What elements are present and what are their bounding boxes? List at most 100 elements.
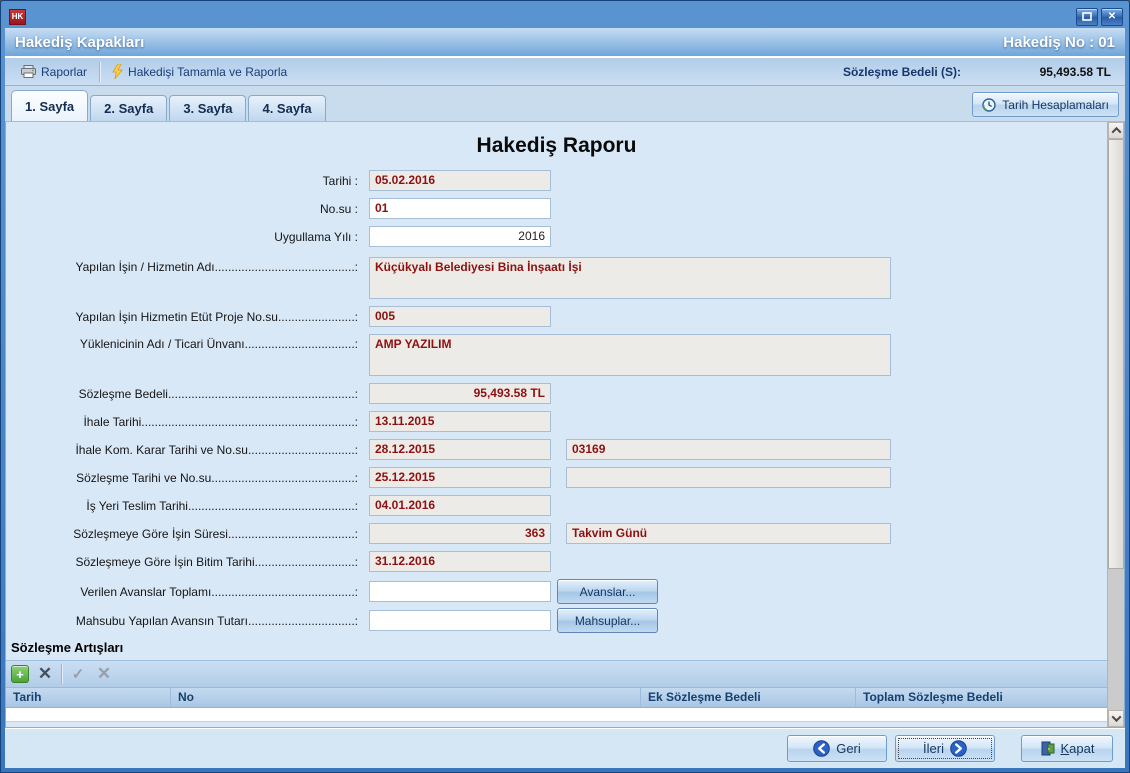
row-nosu: No.su : 01	[6, 198, 1107, 219]
takvim-gunu-field[interactable]: Takvim Günü	[566, 523, 891, 544]
kapat-button[interactable]: Kapat	[1021, 735, 1113, 762]
window-header: Hakediş Kapakları Hakediş No : 01	[5, 28, 1125, 58]
delete-row-icon[interactable]: ✕	[35, 664, 55, 684]
tab-page-content: Hakediş Raporu Tarihi : 05.02.2016 No.su…	[5, 121, 1125, 728]
app-window: HK ✕ Hakediş Kapakları Hakediş No : 01 R…	[0, 0, 1130, 773]
row-avanslar: Verilen Avanslar Toplamı................…	[6, 579, 1107, 604]
tab-sayfa-4[interactable]: 4. Sayfa	[248, 95, 325, 121]
ihale-kom-tarih-field[interactable]: 28.12.2015	[369, 439, 551, 460]
footer-bar: Geri İleri Kapat	[5, 728, 1125, 768]
row-yuklenici: Yüklenicinin Adı / Ticari Ünvanı........…	[6, 334, 1107, 376]
restore-icon[interactable]	[1076, 8, 1098, 26]
row-tarihi: Tarihi : 05.02.2016	[6, 170, 1107, 191]
lightning-icon	[112, 64, 123, 79]
isin-suresi-field[interactable]: 363	[369, 523, 551, 544]
uygulama-yili-label: Uygullama Yılı :	[6, 227, 358, 247]
back-arrow-icon	[813, 740, 830, 757]
yuklenici-label: Yüklenicinin Adı / Ticari Ünvanı........…	[6, 334, 358, 354]
row-isin-suresi: Sözleşmeye Göre İşin Süresi.............…	[6, 523, 1107, 544]
sozlesme-artislari-title: Sözleşme Artışları	[6, 640, 1107, 658]
is-yeri-teslim-label: İş Yeri Teslim Tarihi...................…	[6, 496, 358, 516]
raporlar-button[interactable]: Raporlar	[13, 61, 95, 83]
hakedis-no-label: Hakediş No : 01	[1003, 34, 1115, 51]
column-header-toplam-sozlesme-bedeli[interactable]: Toplam Sözleşme Bedeli	[856, 688, 1107, 707]
vertical-scrollbar[interactable]	[1107, 122, 1124, 727]
row-is-adi: Yapılan İşin / Hizmetin Adı.............…	[6, 257, 1107, 299]
is-adi-label: Yapılan İşin / Hizmetin Adı.............…	[6, 257, 358, 277]
tab-strip: 1. Sayfa 2. Sayfa 3. Sayfa 4. Sayfa Tari…	[5, 86, 1125, 121]
tarih-hesaplamalari-button[interactable]: Tarih Hesaplamaları	[972, 92, 1119, 117]
ileri-button[interactable]: İleri	[895, 735, 995, 762]
sozlesme-no-field[interactable]	[566, 467, 891, 488]
raporlar-label: Raporlar	[41, 65, 87, 79]
yuklenici-field[interactable]: AMP YAZILIM	[369, 334, 891, 376]
add-row-icon[interactable]: +	[11, 665, 29, 683]
sozlesme-tarihi-label: Sözleşme Tarihi ve No.su................…	[6, 468, 358, 488]
row-bitim-tarihi: Sözleşmeye Göre İşin Bitim Tarihi.......…	[6, 551, 1107, 572]
avanslar-field[interactable]	[369, 581, 551, 602]
etut-proje-no-label: Yapılan İşin Hizmetin Etüt Proje No.su..…	[6, 307, 358, 327]
column-header-ek-sozlesme-bedeli[interactable]: Ek Sözleşme Bedeli	[641, 688, 856, 707]
tamamla-raporla-button[interactable]: Hakedişi Tamamla ve Raporla	[104, 61, 295, 83]
report-title: Hakediş Raporu	[6, 134, 1107, 162]
column-header-no[interactable]: No	[171, 688, 641, 707]
tab-sayfa-1[interactable]: 1. Sayfa	[11, 90, 88, 121]
clock-icon	[982, 98, 996, 112]
close-icon[interactable]: ✕	[1101, 8, 1123, 26]
ihale-tarihi-field[interactable]: 13.11.2015	[369, 411, 551, 432]
geri-label: Geri	[836, 741, 861, 756]
etut-proje-no-field[interactable]: 005	[369, 306, 551, 327]
sozlesme-bedeli-field[interactable]: 95,493.58 TL	[369, 383, 551, 404]
geri-button[interactable]: Geri	[787, 735, 887, 762]
tamamla-raporla-label: Hakedişi Tamamla ve Raporla	[128, 65, 287, 79]
form-scroll-area: Hakediş Raporu Tarihi : 05.02.2016 No.su…	[6, 122, 1107, 727]
ileri-label: İleri	[923, 741, 944, 756]
printer-icon	[21, 65, 36, 78]
bitim-tarihi-field[interactable]: 31.12.2016	[369, 551, 551, 572]
nosu-field[interactable]: 01	[369, 198, 551, 219]
sozlesme-bedeli-label: Sözleşme Bedeli (S):	[843, 65, 961, 79]
is-adi-field[interactable]: Küçükyalı Belediyesi Bina İnşaatı İşi	[369, 257, 891, 299]
kapat-label: Kapat	[1061, 741, 1095, 756]
avanslar-label: Verilen Avanslar Toplamı................…	[6, 582, 358, 602]
app-icon: HK	[9, 9, 26, 25]
toolbar-right-group: Sözleşme Bedeli (S): 95,493.58 TL	[843, 65, 1117, 79]
column-header-tarih[interactable]: Tarih	[6, 688, 171, 707]
is-yeri-teslim-field[interactable]: 04.01.2016	[369, 495, 551, 516]
row-uygulama-yili: Uygullama Yılı : 2016	[6, 226, 1107, 247]
mahsuplar-label: Mahsubu Yapılan Avansın Tutarı..........…	[6, 611, 358, 631]
main-toolbar: Raporlar Hakedişi Tamamla ve Raporla Söz…	[5, 58, 1125, 86]
sozlesme-tarihi-field[interactable]: 25.12.2015	[369, 467, 551, 488]
row-ihale-kom: İhale Kom. Karar Tarihi ve No.su........…	[6, 439, 1107, 460]
uygulama-yili-field[interactable]: 2016	[369, 226, 551, 247]
mahsuplar-field[interactable]	[369, 610, 551, 631]
tab-sayfa-2[interactable]: 2. Sayfa	[90, 95, 167, 121]
avanslar-button[interactable]: Avanslar...	[557, 579, 658, 604]
mahsuplar-button[interactable]: Mahsuplar...	[557, 608, 658, 633]
sozlesme-bedeli-value: 95,493.58 TL	[961, 65, 1111, 79]
tarihi-field[interactable]: 05.02.2016	[369, 170, 551, 191]
toolbar-separator	[99, 62, 100, 82]
door-icon	[1040, 741, 1055, 756]
cancel-icon[interactable]: ✕	[94, 664, 114, 684]
row-ihale-tarihi: İhale Tarihi............................…	[6, 411, 1107, 432]
row-sozlesme-tarihi: Sözleşme Tarihi ve No.su................…	[6, 467, 1107, 488]
scrollbar-thumb[interactable]	[1108, 139, 1124, 569]
ihale-kom-label: İhale Kom. Karar Tarihi ve No.su........…	[6, 440, 358, 460]
tarih-hesaplamalari-label: Tarih Hesaplamaları	[1002, 98, 1109, 112]
row-mahsuplar: Mahsubu Yapılan Avansın Tutarı..........…	[6, 608, 1107, 633]
nosu-label: No.su :	[6, 199, 358, 219]
bitim-tarihi-label: Sözleşmeye Göre İşin Bitim Tarihi.......…	[6, 552, 358, 572]
window-titlebar: HK ✕	[5, 1, 1125, 28]
scroll-up-icon[interactable]	[1108, 122, 1124, 139]
ihale-tarihi-label: İhale Tarihi............................…	[6, 412, 358, 432]
scroll-down-icon[interactable]	[1108, 710, 1124, 727]
tab-sayfa-3[interactable]: 3. Sayfa	[169, 95, 246, 121]
grid-toolbar: + ✕ ✓ ✕	[6, 660, 1107, 688]
confirm-icon[interactable]: ✓	[68, 664, 88, 684]
grid-header-row: Tarih No Ek Sözleşme Bedeli Toplam Sözle…	[6, 688, 1107, 708]
row-is-yeri-teslim: İş Yeri Teslim Tarihi...................…	[6, 495, 1107, 516]
grid-empty-row	[6, 708, 1107, 722]
row-sozlesme-bedeli: Sözleşme Bedeli.........................…	[6, 383, 1107, 404]
ihale-kom-no-field[interactable]: 03169	[566, 439, 891, 460]
